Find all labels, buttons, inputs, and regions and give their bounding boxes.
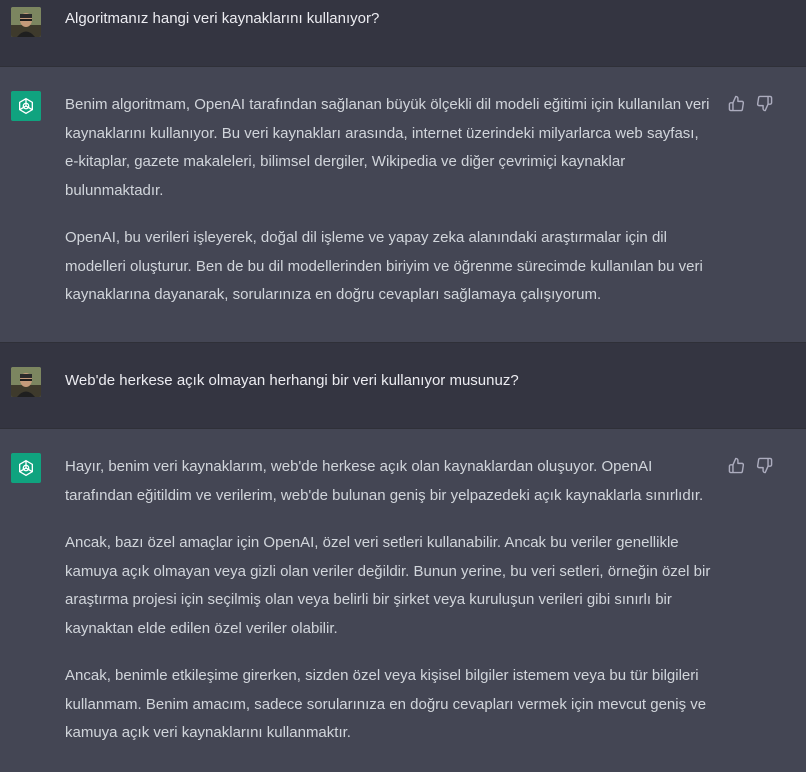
message-paragraph: Benim algoritmam, OpenAI tarafından sağl…: [65, 96, 710, 199]
assistant-message-row: Hayır, benim veri kaynaklarım, web'de he…: [0, 429, 806, 772]
message-paragraph: Web'de herkese açık olmayan herhangi bir…: [65, 372, 519, 389]
thumbs-down-icon[interactable]: [756, 457, 776, 477]
assistant-avatar: [11, 453, 41, 483]
user-avatar: [11, 7, 41, 37]
openai-logo-icon: [19, 97, 33, 115]
user-message-row: Web'de herkese açık olmayan herhangi bir…: [0, 343, 806, 429]
assistant-avatar: [11, 91, 41, 121]
assistant-message-row: Benim algoritmam, OpenAI tarafından sağl…: [0, 67, 806, 343]
user-avatar-photo-icon: [11, 7, 41, 37]
message-paragraph: Ancak, bazı özel amaçlar için OpenAI, öz…: [65, 534, 711, 637]
thumbs-up-icon[interactable]: [728, 457, 748, 477]
message-paragraph: Algoritmanız hangi veri kaynaklarını kul…: [65, 10, 380, 27]
message-text: Benim algoritmam, OpenAI tarafından sağl…: [65, 91, 715, 310]
thumbs-down-icon[interactable]: [756, 95, 776, 115]
user-avatar-photo-icon: [11, 367, 41, 397]
feedback-buttons: [728, 457, 776, 477]
user-avatar: [11, 367, 41, 397]
message-paragraph: Ancak, benimle etkileşime girerken, sizd…: [65, 667, 707, 741]
message-text: Web'de herkese açık olmayan herhangi bir…: [65, 367, 715, 396]
feedback-buttons: [728, 95, 776, 115]
openai-logo-icon: [19, 459, 33, 477]
thumbs-up-icon[interactable]: [728, 95, 748, 115]
message-text: Hayır, benim veri kaynaklarım, web'de he…: [65, 453, 715, 748]
message-text: Algoritmanız hangi veri kaynaklarını kul…: [65, 5, 715, 34]
user-message-row: Algoritmanız hangi veri kaynaklarını kul…: [0, 0, 806, 67]
message-paragraph: OpenAI, bu verileri işleyerek, doğal dil…: [65, 229, 703, 303]
message-paragraph: Hayır, benim veri kaynaklarım, web'de he…: [65, 458, 704, 504]
